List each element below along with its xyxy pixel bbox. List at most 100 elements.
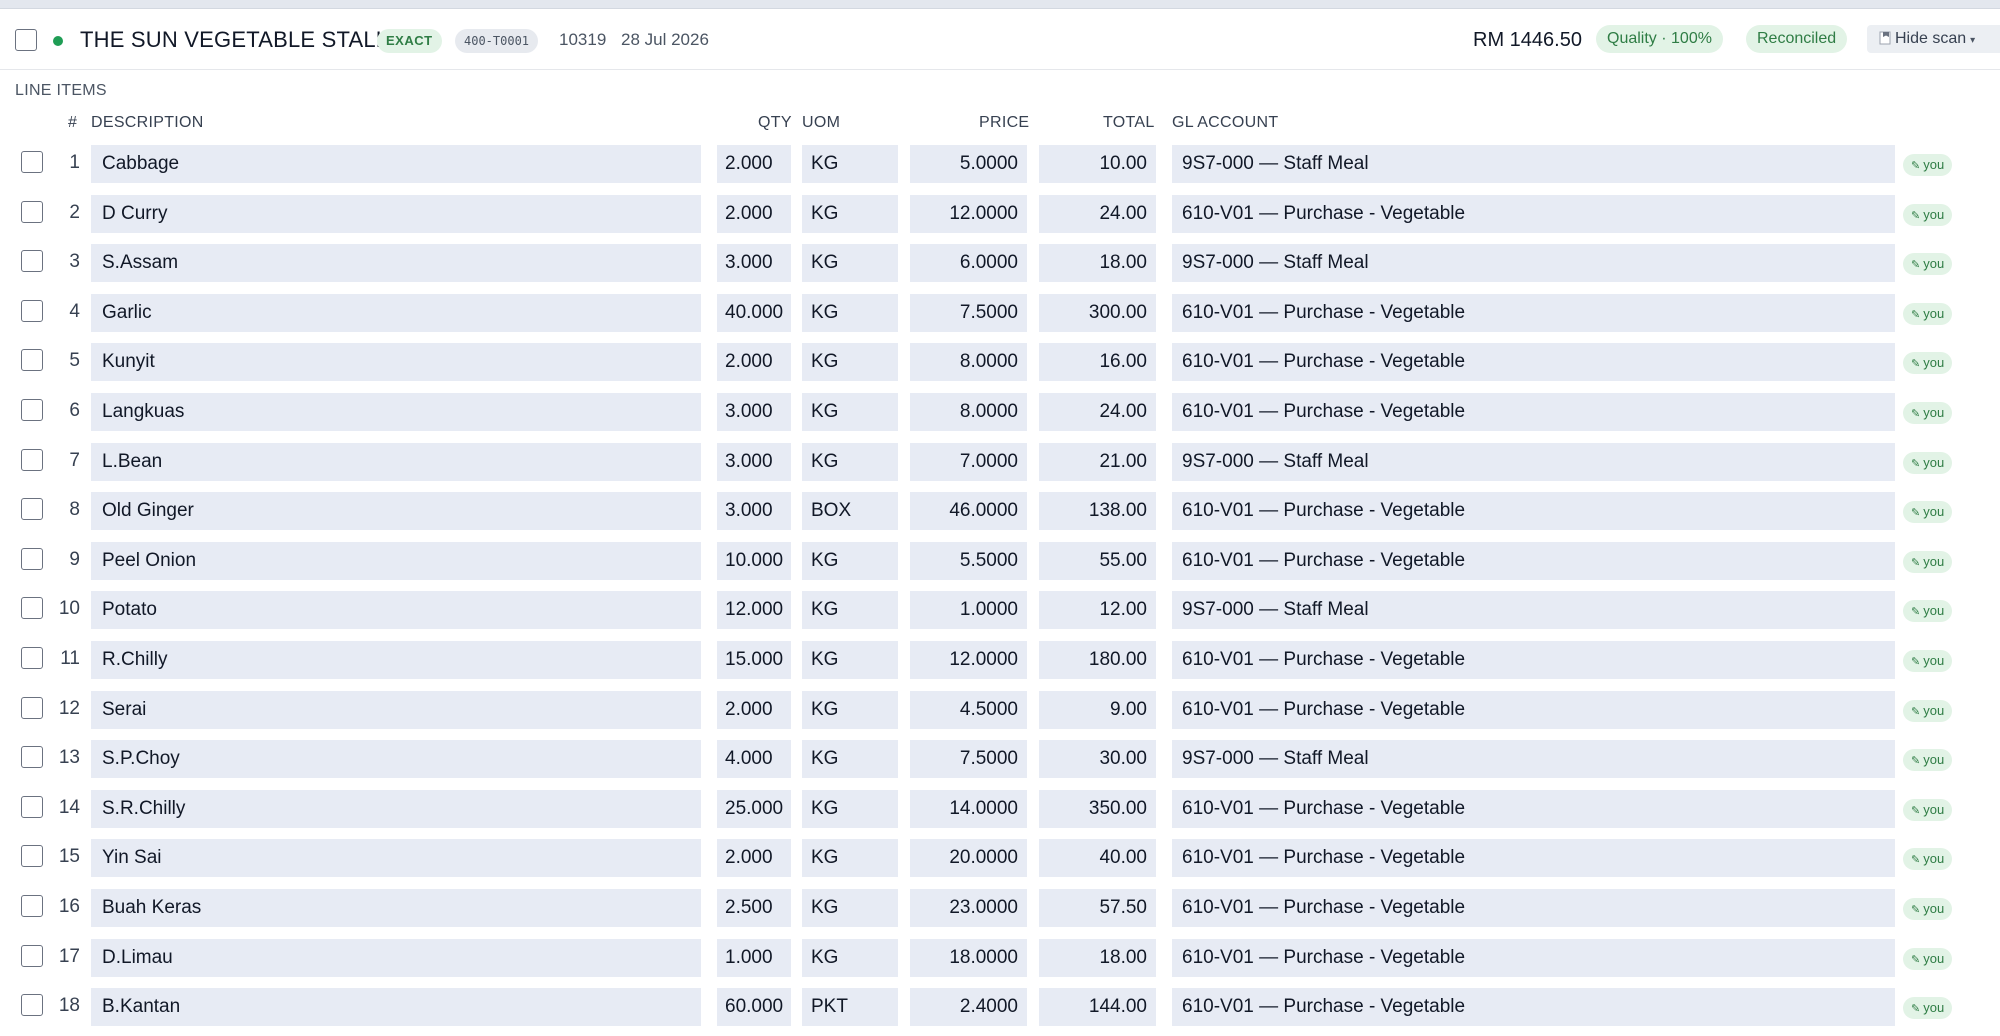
price-input[interactable]: 18.0000 [910,938,1027,977]
uom-input[interactable]: KG [802,839,898,878]
uom-input[interactable]: PKT [802,988,898,1027]
description-input[interactable]: D.Limau [91,938,701,977]
total-input[interactable]: 138.00 [1039,492,1156,531]
gl-account-select[interactable]: 610-V01 — Purchase - Vegetable [1172,392,1895,431]
qty-input[interactable]: 2.000 [717,343,791,382]
qty-input[interactable]: 2.000 [717,690,791,729]
qty-input[interactable]: 15.000 [717,640,791,679]
qty-input[interactable]: 3.000 [717,492,791,531]
price-input[interactable]: 8.0000 [910,343,1027,382]
description-input[interactable]: B.Kantan [91,988,701,1027]
price-input[interactable]: 7.0000 [910,442,1027,481]
gl-account-select[interactable]: 610-V01 — Purchase - Vegetable [1172,194,1895,233]
uom-input[interactable]: KG [802,293,898,332]
description-input[interactable]: S.R.Chilly [91,789,701,828]
uom-input[interactable]: KG [802,690,898,729]
description-input[interactable]: S.Assam [91,244,701,283]
qty-input[interactable]: 12.000 [717,591,791,630]
description-input[interactable]: Old Ginger [91,492,701,531]
gl-account-select[interactable]: 610-V01 — Purchase - Vegetable [1172,541,1895,580]
hide-scan-button[interactable]: Hide scan ▾ [1867,25,2000,53]
gl-account-select[interactable]: 9S7-000 — Staff Meal [1172,591,1895,630]
uom-input[interactable]: KG [802,591,898,630]
gl-account-select[interactable]: 610-V01 — Purchase - Vegetable [1172,640,1895,679]
qty-input[interactable]: 3.000 [717,442,791,481]
gl-account-select[interactable]: 9S7-000 — Staff Meal [1172,740,1895,779]
price-input[interactable]: 6.0000 [910,244,1027,283]
gl-account-select[interactable]: 610-V01 — Purchase - Vegetable [1172,690,1895,729]
uom-input[interactable]: KG [802,194,898,233]
total-input[interactable]: 9.00 [1039,690,1156,729]
uom-input[interactable]: KG [802,938,898,977]
price-input[interactable]: 46.0000 [910,492,1027,531]
gl-account-select[interactable]: 610-V01 — Purchase - Vegetable [1172,789,1895,828]
description-input[interactable]: Potato [91,591,701,630]
qty-input[interactable]: 2.000 [717,839,791,878]
description-input[interactable]: Serai [91,690,701,729]
total-input[interactable]: 21.00 [1039,442,1156,481]
total-input[interactable]: 12.00 [1039,591,1156,630]
qty-input[interactable]: 40.000 [717,293,791,332]
uom-input[interactable]: KG [802,442,898,481]
select-invoice-checkbox[interactable] [15,29,37,51]
price-input[interactable]: 20.0000 [910,839,1027,878]
total-input[interactable]: 18.00 [1039,938,1156,977]
description-input[interactable]: Garlic [91,293,701,332]
total-input[interactable]: 24.00 [1039,392,1156,431]
price-input[interactable]: 14.0000 [910,789,1027,828]
gl-account-select[interactable]: 610-V01 — Purchase - Vegetable [1172,492,1895,531]
uom-input[interactable]: KG [802,343,898,382]
price-input[interactable]: 7.5000 [910,740,1027,779]
total-input[interactable]: 180.00 [1039,640,1156,679]
total-input[interactable]: 55.00 [1039,541,1156,580]
price-input[interactable]: 8.0000 [910,392,1027,431]
total-input[interactable]: 16.00 [1039,343,1156,382]
gl-account-select[interactable]: 9S7-000 — Staff Meal [1172,442,1895,481]
qty-input[interactable]: 60.000 [717,988,791,1027]
price-input[interactable]: 23.0000 [910,888,1027,927]
total-input[interactable]: 300.00 [1039,293,1156,332]
gl-account-select[interactable]: 610-V01 — Purchase - Vegetable [1172,839,1895,878]
gl-account-select[interactable]: 9S7-000 — Staff Meal [1172,244,1895,283]
qty-input[interactable]: 2.000 [717,145,791,183]
description-input[interactable]: Cabbage [91,145,701,183]
gl-account-select[interactable]: 9S7-000 — Staff Meal [1172,145,1895,183]
price-input[interactable]: 5.0000 [910,145,1027,183]
total-input[interactable]: 144.00 [1039,988,1156,1027]
uom-input[interactable]: KG [802,145,898,183]
total-input[interactable]: 18.00 [1039,244,1156,283]
price-input[interactable]: 5.5000 [910,541,1027,580]
description-input[interactable]: L.Bean [91,442,701,481]
gl-account-select[interactable]: 610-V01 — Purchase - Vegetable [1172,938,1895,977]
qty-input[interactable]: 25.000 [717,789,791,828]
qty-input[interactable]: 2.000 [717,194,791,233]
description-input[interactable]: Kunyit [91,343,701,382]
gl-account-select[interactable]: 610-V01 — Purchase - Vegetable [1172,293,1895,332]
total-input[interactable]: 350.00 [1039,789,1156,828]
uom-input[interactable]: KG [802,392,898,431]
uom-input[interactable]: KG [802,640,898,679]
uom-input[interactable]: KG [802,789,898,828]
price-input[interactable]: 4.5000 [910,690,1027,729]
gl-account-select[interactable]: 610-V01 — Purchase - Vegetable [1172,343,1895,382]
price-input[interactable]: 2.4000 [910,988,1027,1027]
price-input[interactable]: 12.0000 [910,194,1027,233]
description-input[interactable]: Yin Sai [91,839,701,878]
uom-input[interactable]: KG [802,888,898,927]
qty-input[interactable]: 2.500 [717,888,791,927]
description-input[interactable]: Langkuas [91,392,701,431]
uom-input[interactable]: KG [802,244,898,283]
qty-input[interactable]: 1.000 [717,938,791,977]
uom-input[interactable]: BOX [802,492,898,531]
total-input[interactable]: 10.00 [1039,145,1156,183]
description-input[interactable]: Peel Onion [91,541,701,580]
total-input[interactable]: 24.00 [1039,194,1156,233]
total-input[interactable]: 40.00 [1039,839,1156,878]
description-input[interactable]: R.Chilly [91,640,701,679]
description-input[interactable]: Buah Keras [91,888,701,927]
description-input[interactable]: S.P.Choy [91,740,701,779]
qty-input[interactable]: 3.000 [717,392,791,431]
qty-input[interactable]: 10.000 [717,541,791,580]
gl-account-select[interactable]: 610-V01 — Purchase - Vegetable [1172,988,1895,1027]
total-input[interactable]: 30.00 [1039,740,1156,779]
